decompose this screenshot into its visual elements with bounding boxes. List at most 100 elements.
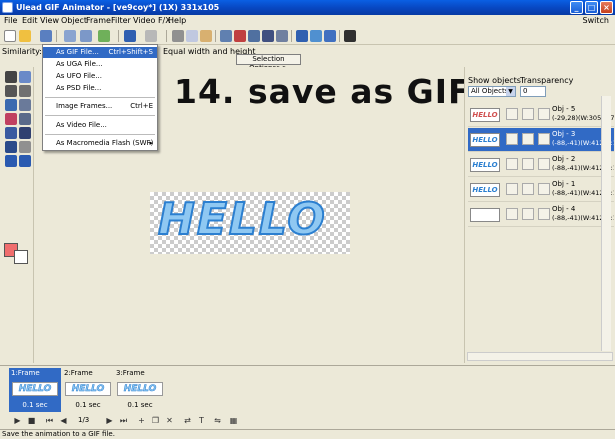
minimize-button[interactable]: _: [570, 1, 583, 14]
object-manager-panel: Show objects Transparency All Objects ▼ …: [464, 67, 615, 363]
zoom-in-icon[interactable]: [5, 155, 17, 167]
paint-tool-icon[interactable]: [5, 99, 17, 111]
lasso-tool-icon[interactable]: [19, 113, 31, 125]
save-as-psd-item[interactable]: As PSD File...: [43, 83, 157, 94]
copy-icon[interactable]: [186, 30, 198, 42]
visibility-toggle[interactable]: [506, 158, 518, 170]
last-frame-icon[interactable]: ⏭: [118, 415, 129, 426]
save-icon[interactable]: [40, 30, 52, 42]
menu-filter[interactable]: Filter: [111, 16, 131, 25]
gif-image[interactable]: HELLO: [150, 192, 350, 254]
frame-delay[interactable]: 0.1 sec: [9, 401, 61, 409]
object-panel-hscrollbar[interactable]: [467, 352, 613, 361]
object-row[interactable]: HELLO Obj - 2 (-88,-41)(W:412,H:1: [468, 153, 614, 177]
object-row[interactable]: HELLO Obj - 1 (-88,-41)(W:412,H:1: [468, 178, 614, 202]
first-frame-icon[interactable]: ⏮: [44, 415, 55, 426]
chevron-down-icon[interactable]: ▼: [506, 87, 515, 96]
tween-icon[interactable]: ⇄: [182, 415, 193, 426]
selection-options-button[interactable]: Selection Options>>: [236, 54, 301, 72]
menu-object[interactable]: Object: [61, 16, 87, 25]
menu-edit[interactable]: Edit: [22, 16, 38, 25]
background-color-swatch[interactable]: [14, 250, 28, 264]
menu-file[interactable]: File: [4, 16, 17, 25]
frame-cell[interactable]: 2:Frame HELLO 0.1 sec: [62, 368, 114, 412]
object-row[interactable]: HELLO Obj - 5 (-29,28)(W:305,H:7: [468, 103, 614, 127]
lock-toggle[interactable]: [522, 208, 534, 220]
save-image-frames-item[interactable]: Image Frames... Ctrl+E: [43, 101, 157, 112]
resize-icon[interactable]: [248, 30, 260, 42]
zoom-out-icon[interactable]: [19, 155, 31, 167]
menu-video-fx[interactable]: Video F/X: [133, 16, 171, 25]
text-frame-icon[interactable]: T: [196, 415, 207, 426]
new-file-icon[interactable]: [4, 30, 16, 42]
frame-thumbnail: HELLO: [117, 382, 163, 396]
menu-frame[interactable]: Frame: [86, 16, 111, 25]
menu-help[interactable]: Help: [168, 16, 186, 25]
open-folder-icon[interactable]: [19, 30, 31, 42]
object-list-scrollbar[interactable]: [601, 96, 611, 351]
reverse-frames-icon[interactable]: ⇋: [212, 415, 223, 426]
add-frame-icon[interactable]: +: [136, 415, 147, 426]
save-as-video-item[interactable]: As Video File...: [43, 120, 157, 131]
wizard-icon[interactable]: [98, 30, 110, 42]
frame-properties-icon[interactable]: ▦: [228, 415, 239, 426]
save-as-menu: As GIF File... Ctrl+Shift+S As UGA File.…: [42, 44, 158, 151]
lock-toggle[interactable]: [522, 133, 534, 145]
browser-preview-icon[interactable]: [324, 30, 336, 42]
crop-icon[interactable]: [276, 30, 288, 42]
next-frame-icon[interactable]: ▶: [104, 415, 115, 426]
ratio-tool-icon[interactable]: [19, 141, 31, 153]
eye-icon[interactable]: [506, 208, 518, 220]
frame-properties-icon[interactable]: [220, 30, 232, 42]
cut-icon[interactable]: [172, 30, 184, 42]
add-image-icon[interactable]: [64, 30, 76, 42]
preview-icon[interactable]: [310, 30, 322, 42]
image-object-icon: [538, 183, 550, 195]
eraser-tool-icon[interactable]: [5, 113, 17, 125]
delete-icon[interactable]: [262, 30, 274, 42]
transform-tool-icon[interactable]: [19, 85, 31, 97]
play-icon[interactable]: ▶: [12, 415, 23, 426]
save-as-gif-item[interactable]: As GIF File... Ctrl+Shift+S: [43, 47, 157, 58]
add-frame-icon[interactable]: [80, 30, 92, 42]
text-tool-icon[interactable]: [5, 85, 17, 97]
pointer-tool-icon[interactable]: [5, 71, 17, 83]
help-pointer-icon[interactable]: [344, 30, 356, 42]
redo-icon[interactable]: [145, 30, 157, 42]
frame-delay[interactable]: 0.1 sec: [114, 401, 166, 409]
switch-link[interactable]: Switch: [583, 16, 609, 25]
transparency-input[interactable]: 0: [520, 86, 546, 97]
duplicate-frame-icon[interactable]: ❐: [150, 415, 161, 426]
save-as-ufo-item[interactable]: As UFO File...: [43, 71, 157, 82]
save-as-flash-item[interactable]: As Macromedia Flash (SWF) ▸: [43, 138, 157, 149]
lock-toggle[interactable]: [522, 108, 534, 120]
optimize-icon[interactable]: [296, 30, 308, 42]
stop-icon[interactable]: ■: [26, 415, 37, 426]
clone-tool-icon[interactable]: [19, 99, 31, 111]
show-objects-label: Show objects: [468, 76, 521, 85]
visibility-toggle[interactable]: [506, 133, 518, 145]
crop-tool-icon[interactable]: [19, 127, 31, 139]
object-properties-icon[interactable]: [234, 30, 246, 42]
paste-icon[interactable]: [200, 30, 212, 42]
object-row[interactable]: HELLO Obj - 3 (-88,-41)(W:412,H:1: [468, 128, 614, 152]
menu-view[interactable]: View: [40, 16, 59, 25]
frame-delay[interactable]: 0.1 sec: [62, 401, 114, 409]
previous-frame-icon[interactable]: ◀: [58, 415, 69, 426]
close-button[interactable]: ×: [600, 1, 613, 14]
visibility-toggle[interactable]: [506, 108, 518, 120]
frame-cell[interactable]: 1:Frame HELLO 0.1 sec: [9, 368, 61, 412]
eye-icon[interactable]: [506, 183, 518, 195]
frame-cell[interactable]: 3:Frame HELLO 0.1 sec: [114, 368, 166, 412]
marquee-tool-icon[interactable]: [19, 71, 31, 83]
maximize-button[interactable]: □: [585, 1, 598, 14]
lock-toggle[interactable]: [522, 183, 534, 195]
show-objects-select[interactable]: All Objects ▼: [468, 86, 516, 97]
object-row[interactable]: Obj - 4 (-88,-41)(W:412,H:1: [468, 203, 614, 227]
save-as-uga-item[interactable]: As UGA File...: [43, 59, 157, 70]
eyedropper-tool-icon[interactable]: [5, 141, 17, 153]
lock-toggle[interactable]: [522, 158, 534, 170]
delete-frame-icon[interactable]: ✕: [164, 415, 175, 426]
undo-icon[interactable]: [124, 30, 136, 42]
fill-tool-icon[interactable]: [5, 127, 17, 139]
